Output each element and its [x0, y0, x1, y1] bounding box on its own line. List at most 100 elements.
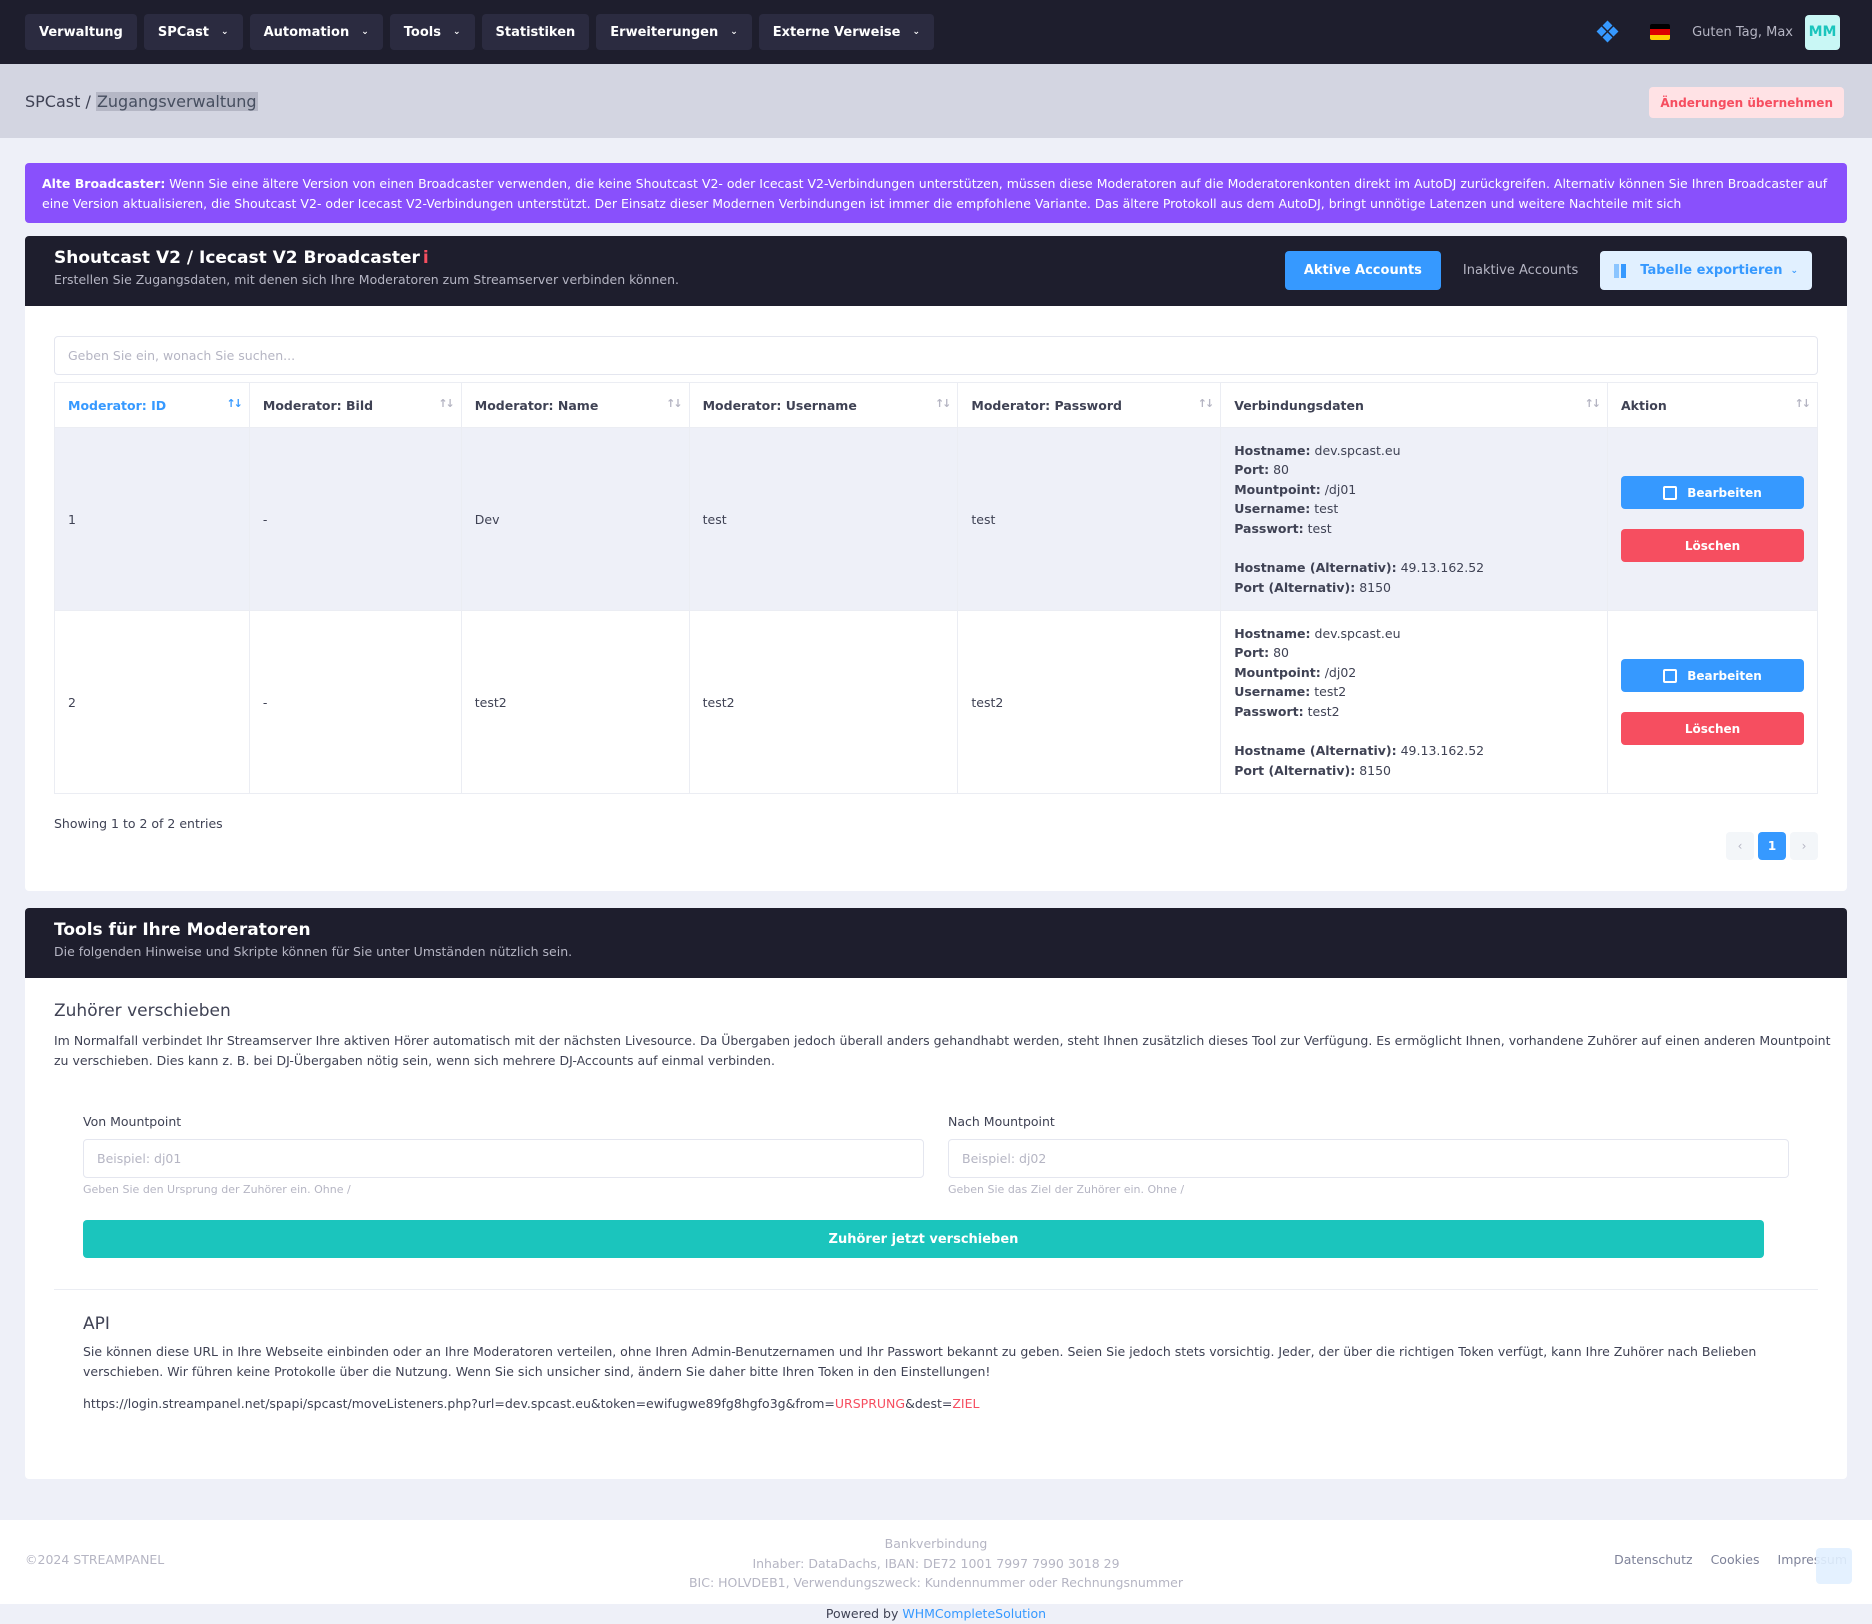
col-moderator-id[interactable]: Moderator: ID ↑↓ [54, 382, 250, 428]
box-icon [1663, 668, 1678, 683]
german-flag-icon[interactable] [1650, 24, 1671, 40]
from-mountpoint-label: Von Mountpoint [83, 1114, 182, 1129]
sort-icon: ↑↓ [1794, 397, 1812, 410]
col-verbindungsdaten[interactable]: Verbindungsdaten ↑↓ [1220, 382, 1608, 428]
cell-username: test2 [688, 610, 959, 794]
conn-line: Username: test2 [1234, 682, 1594, 702]
conn-spacer [1234, 722, 1594, 742]
col-moderator-password[interactable]: Moderator: Password ↑↓ [957, 382, 1222, 428]
footer-link-datenschutz[interactable]: Datenschutz [1614, 1552, 1693, 1567]
cell-id: 2 [54, 610, 250, 794]
to-mountpoint-input[interactable]: Beispiel: dj02 [948, 1139, 1789, 1178]
edit-label: Bearbeiten [1687, 485, 1762, 500]
cell-bild: - [248, 427, 462, 611]
page-prev-button[interactable]: ‹ [1726, 832, 1754, 860]
card-actions: Aktive Accounts Inaktive Accounts Tabell… [1284, 251, 1812, 290]
col-label: Moderator: Username [702, 397, 857, 413]
conn-key: Port (Alternativ): [1234, 762, 1356, 778]
powered-by: Powered by WHMCompleteSolution [0, 1606, 1872, 1621]
edit-button[interactable]: Bearbeiten [1621, 476, 1804, 509]
conn-line: Port: 80 [1234, 460, 1594, 480]
cell-name: Dev [460, 427, 690, 611]
edit-button[interactable]: Bearbeiten [1621, 659, 1804, 692]
delete-button[interactable]: Löschen [1621, 529, 1804, 562]
nav-automation[interactable]: Automation ⌄ [249, 14, 383, 50]
col-label: Moderator: ID [68, 397, 167, 413]
conn-key: Hostname (Alternativ): [1234, 560, 1397, 576]
conn-key: Hostname (Alternativ): [1234, 743, 1397, 759]
cell-password: test2 [957, 610, 1222, 794]
conn-key: Port: [1234, 645, 1270, 661]
col-label: Moderator: Password [971, 397, 1122, 413]
conn-value: test [1307, 521, 1332, 536]
from-mountpoint-input[interactable]: Beispiel: dj01 [83, 1139, 924, 1178]
breadcrumb: SPCast / Zugangsverwaltung [25, 91, 258, 111]
edit-label: Bearbeiten [1687, 668, 1762, 683]
search-input[interactable]: Geben Sie ein, wonach Sie suchen... [54, 336, 1818, 375]
cell-password: test [957, 427, 1222, 611]
conn-line: Username: test [1234, 499, 1594, 519]
sort-icon: ↑↓ [666, 397, 683, 410]
breadcrumb-root[interactable]: SPCast [25, 92, 80, 111]
api-url-dest: ZIEL [952, 1396, 980, 1411]
conn-key: Hostname: [1234, 625, 1311, 641]
conn-line: Hostname: dev.spcast.eu [1234, 624, 1594, 644]
conn-line: Mountpoint: /dj02 [1234, 663, 1594, 683]
info-icon[interactable]: i [423, 248, 429, 268]
col-moderator-name[interactable]: Moderator: Name ↑↓ [460, 382, 690, 428]
move-listeners-button[interactable]: Zuhörer jetzt verschieben [83, 1220, 1764, 1258]
col-label: Moderator: Bild [262, 397, 374, 413]
apply-changes-button[interactable]: Änderungen übernehmen [1649, 87, 1844, 118]
col-label: Aktion [1621, 397, 1667, 413]
conn-key: Username: [1234, 684, 1311, 700]
nav-statistiken[interactable]: Statistiken [481, 14, 590, 50]
nav-externe-verweise[interactable]: Externe Verweise ⌄ [758, 14, 935, 50]
conn-key: Mountpoint: [1234, 481, 1321, 497]
nav-label: Automation [263, 24, 350, 40]
col-moderator-username[interactable]: Moderator: Username ↑↓ [688, 382, 959, 428]
user-greeting[interactable]: Guten Tag, Max [1692, 25, 1793, 40]
apps-icon[interactable] [1596, 20, 1619, 43]
alert-text: Wenn Sie eine ältere Version von einen B… [42, 176, 1828, 211]
move-listeners-title: Zuhörer verschieben [54, 1001, 231, 1021]
move-listeners-text: Im Normalfall verbindet Ihr Streamserver… [54, 1033, 1831, 1068]
nav-label: SPCast [157, 24, 210, 40]
bank-title: Bankverbindung [884, 1536, 988, 1551]
avatar[interactable]: MM [1805, 14, 1840, 50]
conn-value: /dj01 [1324, 481, 1357, 497]
cell-connection-data: Hostname: dev.spcast.eu Port: 80 Mountpo… [1220, 610, 1608, 794]
conn-spacer [1234, 539, 1594, 559]
conn-key: Port: [1234, 462, 1270, 478]
nav-tools[interactable]: Tools ⌄ [389, 14, 475, 50]
page-1-button[interactable]: 1 [1758, 832, 1786, 860]
nav-spcast[interactable]: SPCast ⌄ [143, 14, 243, 50]
powered-link[interactable]: WHMCompleteSolution [902, 1606, 1046, 1621]
col-moderator-bild[interactable]: Moderator: Bild ↑↓ [248, 382, 462, 428]
export-table-button[interactable]: Tabelle exportieren ⌄ [1600, 251, 1812, 290]
api-url-mid: &dest= [905, 1396, 953, 1411]
col-aktion[interactable]: Aktion ↑↓ [1607, 382, 1818, 428]
chevron-down-icon: ⌄ [361, 27, 369, 37]
footer: ©2024 STREAMPANEL Bankverbindung Inhaber… [0, 1520, 1872, 1604]
nav-label: Tools [403, 24, 441, 40]
scroll-top-button[interactable] [1816, 1548, 1852, 1584]
delete-button[interactable]: Löschen [1621, 712, 1804, 745]
to-mountpoint-hint: Geben Sie das Ziel der Zuhörer ein. Ohne… [948, 1183, 1185, 1196]
nav-verwaltung[interactable]: Verwaltung [25, 14, 137, 50]
active-accounts-button[interactable]: Aktive Accounts [1284, 251, 1441, 290]
api-url[interactable]: https://login.streampanel.net/spapi/spca… [83, 1396, 979, 1411]
legacy-broadcaster-alert: Alte Broadcaster: Wenn Sie eine ältere V… [25, 163, 1847, 223]
inactive-accounts-button[interactable]: Inaktive Accounts [1441, 251, 1600, 290]
footer-link-cookies[interactable]: Cookies [1711, 1552, 1760, 1567]
api-text: Sie können diese URL in Ihre Webseite ei… [83, 1344, 1757, 1379]
nav-erweiterungen[interactable]: Erweiterungen ⌄ [596, 14, 752, 50]
cell-username: test [688, 427, 959, 611]
conn-line: Port: 80 [1234, 643, 1594, 663]
conn-line: Port (Alternativ): 8150 [1234, 761, 1594, 781]
conn-key: Mountpoint: [1234, 664, 1321, 680]
chevron-down-icon: ⌄ [730, 27, 738, 37]
conn-key: Passwort: [1234, 704, 1304, 719]
cell-bild: - [248, 610, 462, 794]
page-next-button[interactable]: › [1790, 832, 1818, 860]
conn-value: 80 [1273, 462, 1289, 478]
